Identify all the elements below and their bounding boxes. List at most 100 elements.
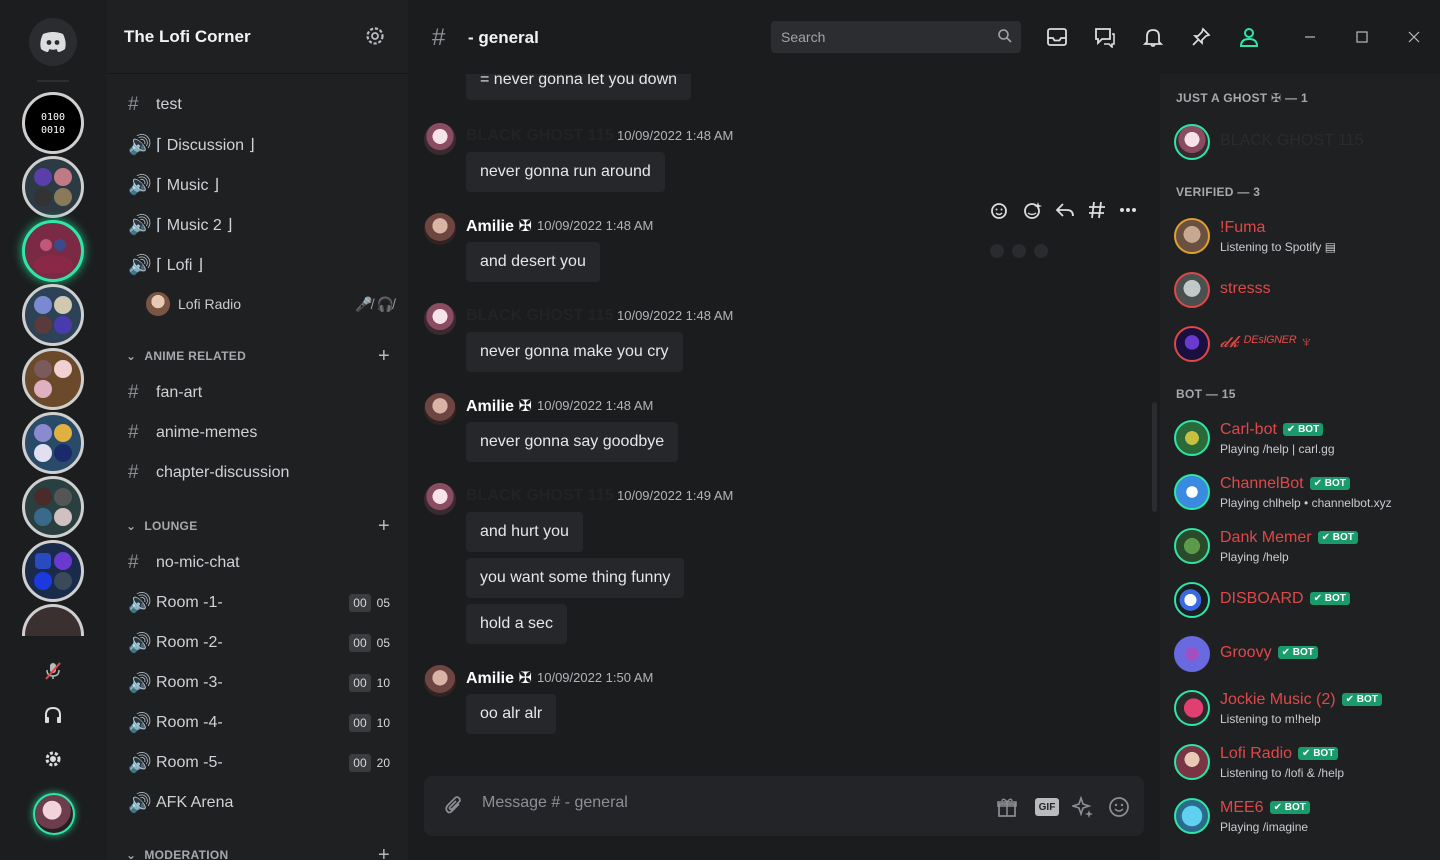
member-item[interactable]: BLACK GHOST 115 (1174, 122, 1434, 166)
voice-user-lofi-radio[interactable]: Lofi Radio 🎤̸ 🎧̸ (146, 292, 396, 316)
sticker-sparkle-icon[interactable] (1070, 794, 1096, 820)
message-author[interactable]: BLACK GHOST 115 (466, 307, 614, 325)
mic-muted-icon[interactable] (38, 656, 68, 686)
category-lounge[interactable]: ⌄ LOUNGE + (126, 515, 396, 538)
bell-icon[interactable] (1140, 24, 1166, 50)
server-icon-binary[interactable]: 0100 0010 (22, 92, 84, 154)
discord-home-button[interactable] (29, 18, 77, 66)
add-channel-plus-icon[interactable]: + (378, 515, 390, 538)
add-channel-plus-icon[interactable]: + (378, 844, 390, 860)
server-settings-gear-icon[interactable] (364, 25, 386, 52)
avatar[interactable] (424, 303, 456, 335)
svg-text:0010: 0010 (41, 125, 65, 136)
member-item[interactable]: Groovy ✔ BOT (1174, 634, 1434, 678)
create-thread-icon[interactable] (1087, 200, 1107, 225)
member-item[interactable]: MEE6 ✔ BOT Playing /imagine (1174, 796, 1434, 840)
channel-room-3[interactable]: 🔊 Room -3- 00 10 (128, 668, 398, 698)
hashtag-icon: # (432, 24, 446, 51)
channel-test[interactable]: # test (128, 90, 398, 120)
super-reaction-icon[interactable] (1021, 200, 1043, 225)
user-limit-badge: 00 05 (349, 634, 394, 652)
search-input[interactable] (781, 29, 991, 45)
channel-music[interactable]: 🔊 ⌈ Music ⌋ (128, 170, 398, 200)
category-moderation[interactable]: ⌄ MODERATION + (126, 844, 396, 860)
channel-afk-arena[interactable]: 🔊 AFK Arena (128, 788, 398, 818)
gif-button[interactable]: GIF (1035, 798, 1059, 816)
member-list-icon[interactable] (1236, 24, 1262, 50)
maximize-icon[interactable] (1351, 26, 1373, 48)
category-anime-related[interactable]: ⌄ ANIME RELATED + (126, 345, 396, 368)
server-header[interactable]: The Lofi Corner (106, 0, 408, 74)
server-folder-1[interactable] (22, 156, 84, 218)
message-author[interactable]: Amilie ✠ (466, 668, 532, 688)
avatar (1174, 124, 1210, 160)
member-item[interactable]: stresss (1174, 270, 1434, 314)
search-icon (997, 28, 1013, 49)
server-folder-7[interactable] (22, 604, 84, 636)
channel-room-2[interactable]: 🔊 Room -2- 00 05 (128, 628, 398, 658)
bot-badge: ✔ BOT (1298, 747, 1339, 760)
add-channel-plus-icon[interactable]: + (378, 345, 390, 368)
member-item[interactable]: Dank Memer ✔ BOT Playing /help (1174, 526, 1434, 570)
channel-chapter-discussion[interactable]: # chapter-discussion (128, 458, 398, 488)
member-item[interactable]: DISBOARD ✔ BOT (1174, 580, 1434, 624)
threads-icon[interactable] (1092, 24, 1118, 50)
channel-room-5[interactable]: 🔊 Room -5- 00 20 (128, 748, 398, 778)
bot-badge: ✔ BOT (1282, 423, 1324, 436)
avatar[interactable] (424, 213, 456, 245)
scrollbar[interactable] (1152, 402, 1157, 512)
channel-lofi[interactable]: 🔊 ⌈ Lofi ⌋ (128, 250, 398, 280)
message-text: and hurt you (466, 512, 583, 552)
message-composer: GIF (424, 776, 1144, 836)
member-group-header: JUST A GHOST ✠ — 1 (1176, 91, 1308, 105)
message-author[interactable]: Amilie ✠ (466, 216, 532, 236)
user-avatar[interactable] (33, 793, 75, 835)
avatar[interactable] (424, 483, 456, 515)
member-item[interactable]: Carl-bot ✔ BOT Playing /help | carl.gg (1174, 418, 1434, 462)
reply-icon[interactable] (1055, 200, 1075, 225)
discord-logo-icon (40, 32, 66, 52)
member-item[interactable]: Jockie Music (2) ✔ BOT Listening to m!hel… (1174, 688, 1434, 732)
avatar[interactable] (424, 123, 456, 155)
avatar[interactable] (424, 665, 456, 697)
gift-icon[interactable] (994, 794, 1020, 820)
message-author[interactable]: Amilie ✠ (466, 396, 532, 416)
close-icon[interactable] (1403, 26, 1425, 48)
message-input[interactable] (482, 794, 962, 812)
emoji-icon[interactable] (1106, 794, 1132, 820)
user-limit-badge: 00 10 (349, 674, 394, 692)
user-settings-gear-icon[interactable] (38, 744, 68, 774)
member-item[interactable]: Lofi Radio ✔ BOT Listening to /lofi & /he… (1174, 742, 1434, 786)
pin-icon[interactable] (1188, 24, 1214, 50)
minimize-icon[interactable] (1299, 26, 1321, 48)
channel-fan-art[interactable]: # fan-art (128, 378, 398, 408)
server-icon-active[interactable] (22, 220, 84, 282)
server-folder-3[interactable] (22, 348, 84, 410)
channel-music-2[interactable]: 🔊 ⌈ Music 2 ⌋ (128, 210, 398, 240)
channel-room-1[interactable]: 🔊 Room -1- 00 05 (128, 588, 398, 618)
avatar[interactable] (424, 393, 456, 425)
channel-room-4[interactable]: 🔊 Room -4- 00 10 (128, 708, 398, 738)
add-reaction-icon[interactable] (990, 200, 1010, 225)
hashtag-icon: # (128, 552, 139, 573)
server-folder-2[interactable] (22, 284, 84, 346)
speaker-icon: 🔊 (128, 673, 152, 694)
bot-badge: ✔ BOT (1269, 801, 1310, 814)
channel-no-mic-chat[interactable]: # no-mic-chat (128, 548, 398, 578)
headphones-icon[interactable] (38, 700, 68, 730)
inbox-icon[interactable] (1044, 24, 1070, 50)
server-folder-4[interactable] (22, 412, 84, 474)
member-item[interactable]: 𝓭𝓴 ᴰᴱˢᴵᴳᴺᴱᴿ ♆ (1174, 324, 1434, 368)
member-item[interactable]: !Fuma Listening to Spotify ▤ (1174, 216, 1434, 260)
hashtag-icon: # (128, 382, 139, 403)
member-item[interactable]: ChannelBot ✔ BOT Playing chlhelp • channe… (1174, 472, 1434, 516)
search-box[interactable] (771, 21, 1021, 53)
message-author[interactable]: BLACK GHOST 115 (466, 127, 614, 145)
channel-discussion[interactable]: 🔊 ⌈ Discussion ⌋ (128, 130, 398, 160)
more-options-icon[interactable] (1118, 200, 1138, 225)
server-folder-6[interactable] (22, 540, 84, 602)
channel-anime-memes[interactable]: # anime-memes (128, 418, 398, 448)
server-folder-5[interactable] (22, 476, 84, 538)
message-author[interactable]: BLACK GHOST 115 (466, 487, 614, 505)
attach-paperclip-icon[interactable] (444, 795, 464, 822)
